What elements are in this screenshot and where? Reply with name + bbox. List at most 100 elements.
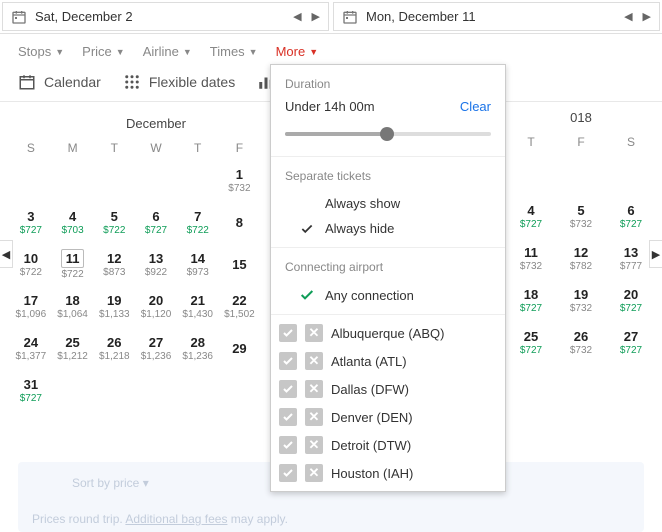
day-number: 27 bbox=[624, 329, 638, 344]
calendar-day[interactable]: 19$732 bbox=[556, 279, 606, 321]
calendar-day[interactable]: 20$727 bbox=[606, 279, 656, 321]
day-price: $1,377 bbox=[16, 351, 47, 362]
calendar-day[interactable]: 6$727 bbox=[606, 195, 656, 237]
day-price: $782 bbox=[570, 261, 592, 272]
calendar-day[interactable]: 25$727 bbox=[506, 321, 556, 363]
day-price: $1,236 bbox=[141, 351, 172, 362]
tab-calendar[interactable]: Calendar bbox=[18, 73, 101, 91]
tab-flexible-dates[interactable]: Flexible dates bbox=[123, 73, 235, 91]
airport-row[interactable]: ✕Dallas (DFW) bbox=[271, 375, 505, 403]
calendar-day[interactable]: 5$722 bbox=[93, 201, 135, 243]
calendar-day[interactable]: 4$727 bbox=[506, 195, 556, 237]
calendar-day[interactable]: 29 bbox=[219, 327, 261, 369]
return-next-icon[interactable]: ▶ bbox=[643, 10, 651, 23]
calendar-day[interactable]: 12$782 bbox=[556, 237, 606, 279]
calendar-day[interactable]: 24$1,377 bbox=[10, 327, 52, 369]
more-filters-popover: Duration Under 14h 00m Clear Separate ti… bbox=[270, 64, 506, 492]
filter-more[interactable]: More▼ bbox=[276, 44, 319, 59]
calendar-icon bbox=[11, 9, 27, 25]
airport-row[interactable]: ✕Denver (DEN) bbox=[271, 403, 505, 431]
filter-airline[interactable]: Airline▼ bbox=[143, 44, 192, 59]
calendar-day[interactable]: 19$1,133 bbox=[93, 285, 135, 327]
return-prev-icon[interactable]: ◀ bbox=[624, 10, 632, 23]
day-price: $1,502 bbox=[224, 309, 255, 320]
calendar-day[interactable]: 26$1,218 bbox=[93, 327, 135, 369]
day-price: $727 bbox=[520, 345, 542, 356]
calendar-day[interactable]: 22$1,502 bbox=[219, 285, 261, 327]
day-number: 5 bbox=[111, 209, 118, 224]
airport-row[interactable]: ✕ Houston (IAH) bbox=[271, 459, 505, 487]
calendar-day[interactable]: 28$1,236 bbox=[177, 327, 219, 369]
airport-label: Houston (IAH) bbox=[331, 466, 413, 481]
calendar-day[interactable]: 13$777 bbox=[606, 237, 656, 279]
checkbox-exclude[interactable]: ✕ bbox=[305, 352, 323, 370]
calendar-day[interactable]: 10$722 bbox=[10, 243, 52, 285]
calendar-day[interactable]: 1$732 bbox=[219, 159, 261, 201]
calendar-day[interactable]: 15 bbox=[219, 243, 261, 285]
calendar-day[interactable]: 26$732 bbox=[556, 321, 606, 363]
option-always-show[interactable]: Always show bbox=[285, 191, 491, 216]
day-number: 4 bbox=[69, 209, 76, 224]
duration-slider[interactable] bbox=[285, 124, 491, 144]
calendar-day[interactable]: 5$732 bbox=[556, 195, 606, 237]
calendar-day[interactable]: 21$1,430 bbox=[177, 285, 219, 327]
dow-cell: M bbox=[52, 141, 94, 155]
slider-thumb[interactable] bbox=[380, 127, 394, 141]
option-any-connection[interactable]: Any connection bbox=[285, 282, 491, 308]
filter-times[interactable]: Times▼ bbox=[210, 44, 258, 59]
calendar-day[interactable]: 11$722 bbox=[52, 243, 94, 285]
checkbox-exclude[interactable]: ✕ bbox=[305, 324, 323, 342]
calendar-day[interactable]: 27$727 bbox=[606, 321, 656, 363]
calendar-day[interactable]: 17$1,096 bbox=[10, 285, 52, 327]
checkbox-include[interactable] bbox=[279, 464, 297, 482]
day-number: 13 bbox=[624, 245, 638, 260]
calendar-day[interactable]: 4$703 bbox=[52, 201, 94, 243]
checkbox-exclude[interactable]: ✕ bbox=[305, 436, 323, 454]
calendar-day[interactable]: 20$1,120 bbox=[135, 285, 177, 327]
calendar-day[interactable]: 27$1,236 bbox=[135, 327, 177, 369]
calendar-day[interactable]: 7$722 bbox=[177, 201, 219, 243]
grid-icon bbox=[123, 73, 141, 91]
calendar-day[interactable]: 14$973 bbox=[177, 243, 219, 285]
filter-price[interactable]: Price▼ bbox=[82, 44, 125, 59]
option-always-hide[interactable]: Always hide bbox=[285, 216, 491, 241]
depart-date-field[interactable]: Sat, December 2 ◀ ▶ bbox=[2, 2, 329, 31]
airport-row[interactable]: ✕Detroit (DTW) bbox=[271, 431, 505, 459]
day-number: 14 bbox=[190, 251, 204, 266]
clear-duration-button[interactable]: Clear bbox=[460, 99, 491, 114]
day-number: 8 bbox=[236, 215, 243, 230]
day-number: 26 bbox=[574, 329, 588, 344]
airport-row[interactable]: ✕Atlanta (ATL) bbox=[271, 347, 505, 375]
calendar-day[interactable]: 6$727 bbox=[135, 201, 177, 243]
checkbox-include[interactable] bbox=[279, 380, 297, 398]
checkbox-exclude[interactable]: ✕ bbox=[305, 464, 323, 482]
calendar-day[interactable]: 3$727 bbox=[10, 201, 52, 243]
checkbox-include[interactable] bbox=[279, 324, 297, 342]
calendar-day[interactable]: 25$1,212 bbox=[52, 327, 94, 369]
bag-fees-link[interactable]: Additional bag fees bbox=[125, 512, 227, 526]
calendar-day[interactable]: 11$732 bbox=[506, 237, 556, 279]
day-price: $727 bbox=[620, 345, 642, 356]
day-number: 21 bbox=[190, 293, 204, 308]
calendar-day[interactable]: 12$873 bbox=[93, 243, 135, 285]
calendar-dow-header: TFS bbox=[506, 135, 656, 153]
checkbox-exclude[interactable]: ✕ bbox=[305, 408, 323, 426]
connecting-airport-list[interactable]: ✕Albuquerque (ABQ)✕Atlanta (ATL)✕Dallas … bbox=[271, 315, 505, 491]
airport-row[interactable]: ✕Albuquerque (ABQ) bbox=[271, 319, 505, 347]
depart-prev-icon[interactable]: ◀ bbox=[293, 10, 301, 23]
return-date-field[interactable]: Mon, December 11 ◀ ▶ bbox=[333, 2, 660, 31]
checkbox-include[interactable] bbox=[279, 408, 297, 426]
filter-stops[interactable]: Stops▼ bbox=[18, 44, 64, 59]
checkbox-include[interactable] bbox=[279, 352, 297, 370]
calendar-day[interactable]: 8 bbox=[219, 201, 261, 243]
day-number: 18 bbox=[524, 287, 538, 302]
checkbox-include[interactable] bbox=[279, 436, 297, 454]
dow-cell: W bbox=[135, 141, 177, 155]
calendar-day[interactable]: 31$727 bbox=[10, 369, 52, 411]
day-number: 18 bbox=[65, 293, 79, 308]
calendar-day[interactable]: 13$922 bbox=[135, 243, 177, 285]
calendar-day[interactable]: 18$727 bbox=[506, 279, 556, 321]
depart-next-icon[interactable]: ▶ bbox=[312, 10, 320, 23]
checkbox-exclude[interactable]: ✕ bbox=[305, 380, 323, 398]
calendar-day[interactable]: 18$1,064 bbox=[52, 285, 94, 327]
